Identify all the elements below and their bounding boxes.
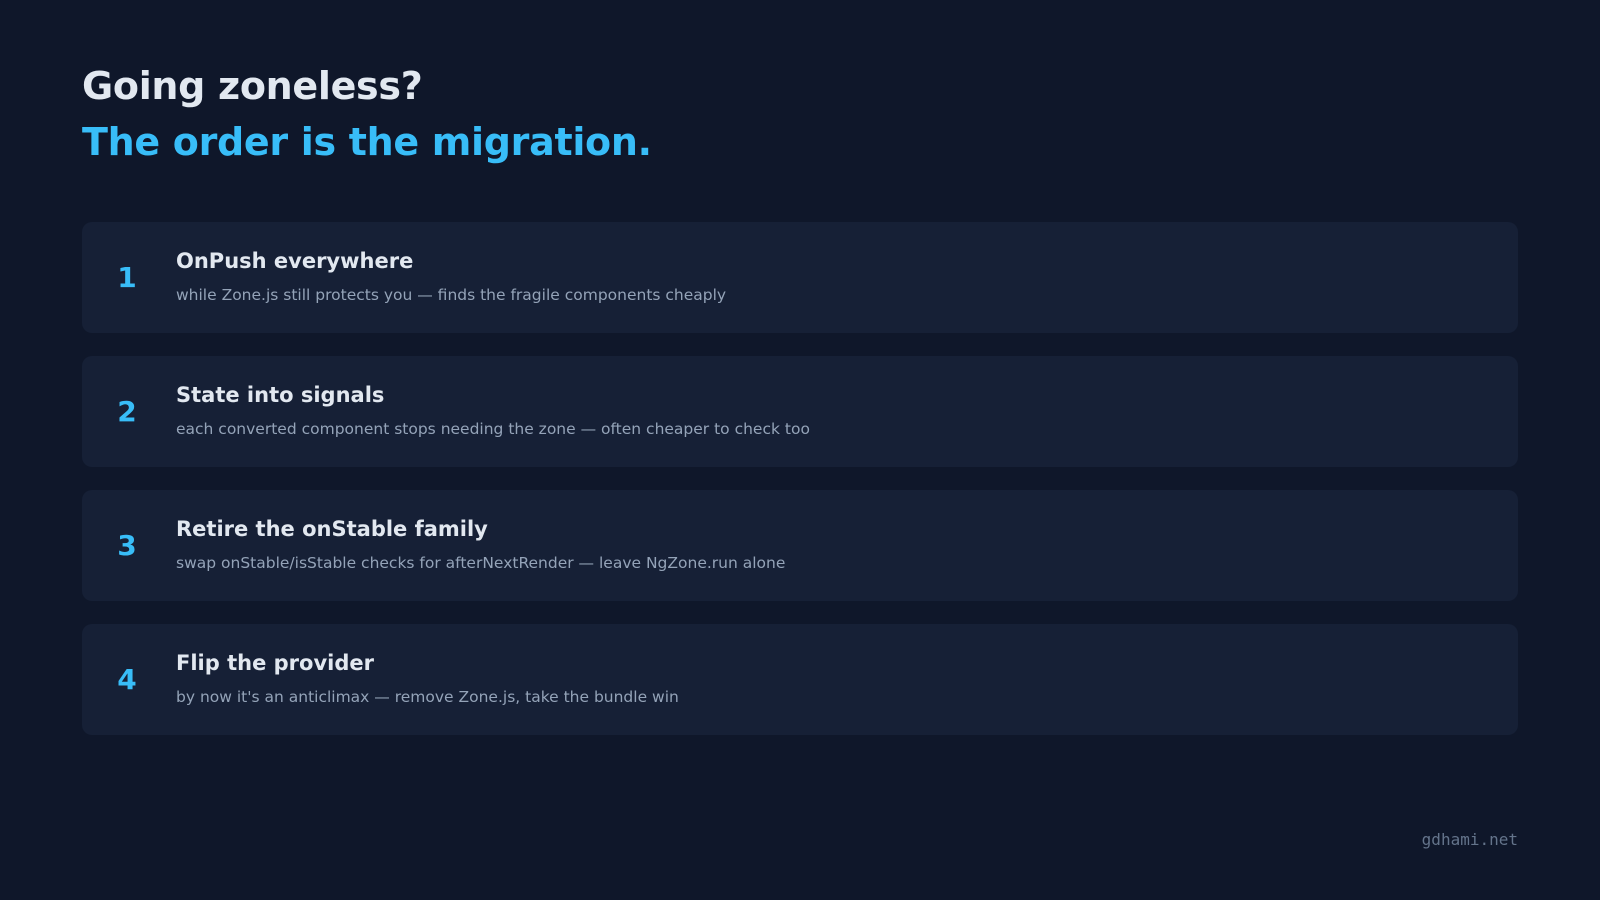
- footer-site-link[interactable]: gdhami.net: [1422, 830, 1518, 849]
- step-number: 2: [117, 395, 137, 428]
- step-description: by now it's an anticlimax — remove Zone.…: [176, 688, 679, 706]
- step-number: 3: [117, 529, 137, 562]
- step-number: 1: [117, 261, 137, 294]
- step-card-3: 3 Retire the onStable family swap onStab…: [82, 490, 1518, 601]
- step-card-2: 2 State into signals each converted comp…: [82, 356, 1518, 467]
- step-title: State into signals: [176, 383, 385, 407]
- step-title: Retire the onStable family: [176, 517, 488, 541]
- step-title: OnPush everywhere: [176, 249, 414, 273]
- step-card-1: 1 OnPush everywhere while Zone.js still …: [82, 222, 1518, 333]
- step-card-4: 4 Flip the provider by now it's an antic…: [82, 624, 1518, 735]
- step-number: 4: [117, 663, 137, 696]
- step-title: Flip the provider: [176, 651, 374, 675]
- page-subtitle: The order is the migration.: [82, 120, 652, 164]
- slide: Going zoneless? The order is the migrati…: [82, 0, 1518, 900]
- step-description: swap onStable/isStable checks for afterN…: [176, 554, 786, 572]
- step-description: while Zone.js still protects you — finds…: [176, 286, 727, 304]
- step-description: each converted component stops needing t…: [176, 420, 810, 438]
- migration-steps-list: 1 OnPush everywhere while Zone.js still …: [82, 222, 1518, 758]
- page-title: Going zoneless?: [82, 64, 423, 108]
